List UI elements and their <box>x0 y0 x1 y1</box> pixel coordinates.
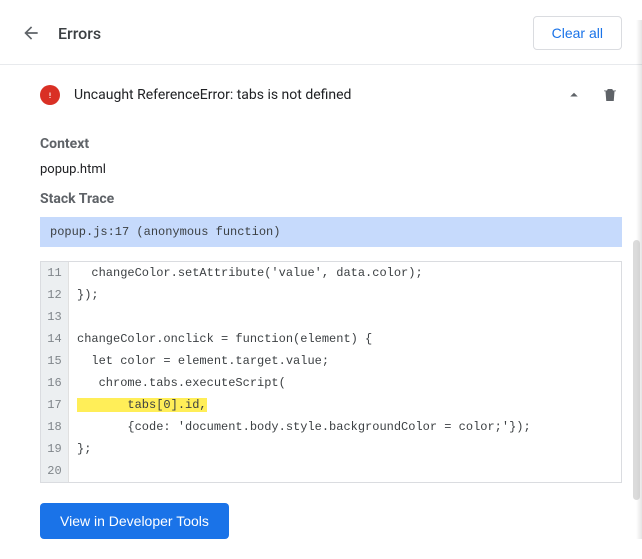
code-text: chrome.tabs.executeScript( <box>69 372 621 394</box>
code-text: changeColor.setAttribute('value', data.c… <box>69 262 621 284</box>
code-text: {code: 'document.body.style.backgroundCo… <box>69 416 621 438</box>
code-line: 15 let color = element.target.value; <box>41 350 621 372</box>
error-message: Uncaught ReferenceError: tabs is not def… <box>74 87 562 103</box>
page-title: Errors <box>58 24 101 43</box>
error-header-row: Uncaught ReferenceError: tabs is not def… <box>40 75 622 122</box>
divider <box>0 64 642 65</box>
code-text: }; <box>69 438 621 460</box>
code-text: }); <box>69 284 621 306</box>
code-line: 18 {code: 'document.body.style.backgroun… <box>41 416 621 438</box>
code-line: 14changeColor.onclick = function(element… <box>41 328 621 350</box>
trash-icon[interactable] <box>598 83 622 107</box>
code-viewer: 11 changeColor.setAttribute('value', dat… <box>40 261 622 483</box>
line-number: 17 <box>41 394 69 416</box>
code-line: 12}); <box>41 284 621 306</box>
code-line: 16 chrome.tabs.executeScript( <box>41 372 621 394</box>
code-line: 13 <box>41 306 621 328</box>
context-value: popup.html <box>40 162 622 177</box>
line-number: 13 <box>41 306 69 328</box>
back-arrow-icon[interactable] <box>20 22 42 44</box>
line-number: 12 <box>41 284 69 306</box>
chevron-up-icon[interactable] <box>562 83 586 107</box>
line-number: 11 <box>41 262 69 284</box>
code-line: 17 tabs[0].id, <box>41 394 621 416</box>
code-line: 11 changeColor.setAttribute('value', dat… <box>41 262 621 284</box>
error-icon <box>40 85 60 105</box>
line-number: 15 <box>41 350 69 372</box>
stack-trace-label: Stack Trace <box>40 191 622 207</box>
context-label: Context <box>40 136 622 152</box>
line-number: 18 <box>41 416 69 438</box>
code-line: 19}; <box>41 438 621 460</box>
view-in-devtools-button[interactable]: View in Developer Tools <box>40 503 229 539</box>
line-number: 19 <box>41 438 69 460</box>
header: Errors Clear all <box>0 0 642 64</box>
code-text: tabs[0].id, <box>69 394 621 416</box>
code-line: 20 <box>41 460 621 482</box>
stack-trace-frame[interactable]: popup.js:17 (anonymous function) <box>40 217 622 247</box>
code-text <box>69 460 621 482</box>
code-text: let color = element.target.value; <box>69 350 621 372</box>
line-number: 14 <box>41 328 69 350</box>
line-number: 20 <box>41 460 69 482</box>
code-text <box>69 306 621 328</box>
line-number: 16 <box>41 372 69 394</box>
code-text: changeColor.onclick = function(element) … <box>69 328 621 350</box>
clear-all-button[interactable]: Clear all <box>533 16 622 50</box>
